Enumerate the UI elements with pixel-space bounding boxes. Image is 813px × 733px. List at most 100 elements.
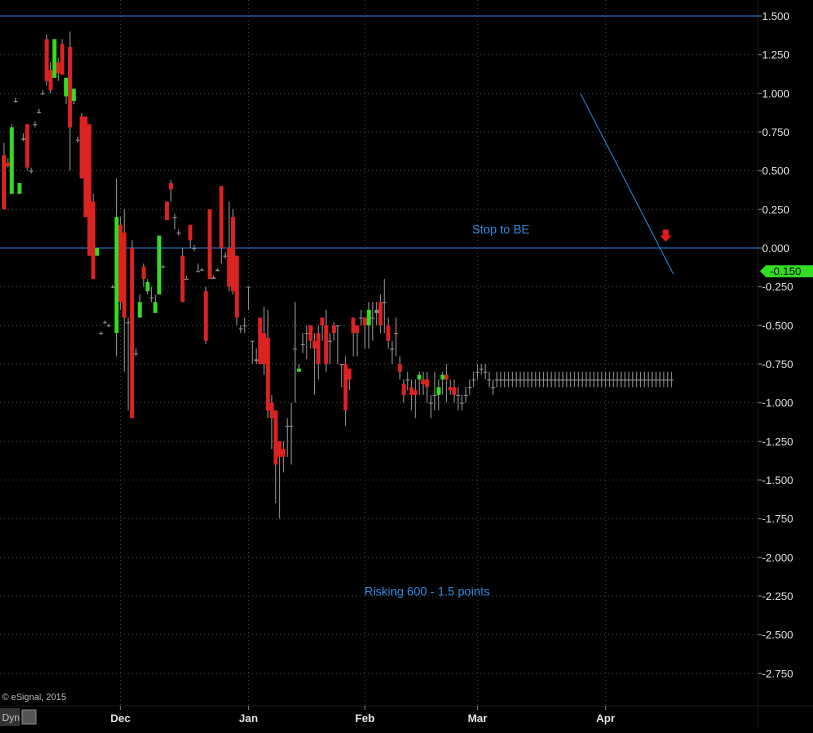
candle-body — [510, 379, 515, 381]
candle-body — [638, 379, 643, 381]
candle-body — [491, 387, 496, 389]
candle-body — [537, 379, 542, 381]
candle-body — [642, 379, 647, 381]
candle-body — [467, 387, 472, 389]
candle-body — [293, 348, 298, 350]
y-tick-label: 1.000 — [762, 88, 790, 100]
candle-body — [2, 155, 6, 210]
candle-body — [40, 93, 45, 95]
y-tick-label: -2.250 — [762, 591, 793, 603]
candle-body — [211, 277, 216, 279]
candle-body — [153, 302, 158, 313]
candle-body — [440, 374, 445, 380]
candle-body — [296, 368, 301, 372]
candle-body — [75, 139, 80, 141]
candle-body — [192, 248, 197, 249]
candle-body — [432, 394, 437, 396]
candle-body — [576, 379, 581, 381]
candle-body — [522, 379, 527, 381]
candle-body — [300, 343, 305, 345]
candle-body — [564, 379, 569, 381]
candle-body — [622, 379, 627, 381]
candle-body — [110, 286, 115, 288]
candle-body — [265, 337, 270, 411]
candle — [44, 34, 49, 86]
candle — [207, 209, 212, 279]
candle-body — [374, 309, 379, 313]
candle-body — [456, 394, 461, 396]
candle-body — [227, 248, 232, 287]
candle-body — [126, 322, 131, 324]
candle-body — [525, 379, 530, 381]
candle-body — [494, 379, 499, 381]
candle-body — [634, 379, 639, 381]
candle-body — [386, 325, 391, 341]
candle-body — [607, 379, 612, 381]
candle-body — [611, 379, 616, 381]
candle-body — [223, 255, 228, 257]
candle-body — [541, 379, 546, 381]
candle-body — [390, 348, 395, 350]
candle — [83, 116, 88, 218]
candle — [87, 124, 92, 256]
candle-body — [351, 317, 356, 334]
badge-icon — [21, 709, 37, 725]
candle-body — [130, 248, 135, 419]
candle-body — [572, 379, 577, 381]
candle-body — [409, 387, 414, 395]
candle-body — [560, 379, 565, 381]
candle-body — [483, 371, 488, 373]
candle-body — [448, 387, 453, 391]
y-tick-label: 0.750 — [762, 127, 790, 139]
candle-body — [436, 387, 441, 395]
candle-body — [188, 224, 193, 241]
candle-body — [5, 162, 10, 167]
candle-body — [343, 364, 348, 411]
candle-body — [215, 269, 220, 272]
candle-body — [308, 325, 313, 341]
candle-body — [428, 402, 433, 404]
candle-body — [56, 62, 61, 74]
candle-body — [533, 379, 538, 381]
candle-body — [335, 325, 340, 327]
candle-body — [21, 138, 26, 140]
candle-body — [529, 379, 534, 381]
candle-body — [25, 124, 30, 168]
candle-body — [324, 325, 329, 364]
y-tick-label: -1.500 — [762, 475, 793, 487]
candle — [165, 201, 170, 221]
candle-body — [254, 359, 259, 361]
candle-body — [196, 271, 201, 273]
candle-body — [393, 333, 398, 335]
candle-body — [413, 390, 418, 395]
candle-body — [149, 297, 154, 299]
candle-body — [362, 317, 367, 326]
y-tick-label: 0.500 — [762, 166, 790, 178]
candle-body — [168, 183, 173, 190]
y-tick-label: -0.250 — [762, 282, 793, 294]
candle-body — [463, 394, 468, 396]
candle-body — [118, 224, 123, 303]
annotation-text: Risking 600 - 1.5 points — [364, 584, 489, 598]
candle-body — [199, 269, 204, 271]
y-tick-label: -1.750 — [762, 514, 793, 526]
candle-body — [137, 302, 142, 318]
candle-body — [122, 232, 127, 318]
candle-body — [603, 379, 608, 381]
candle-body — [29, 170, 34, 172]
candle-body — [553, 379, 558, 381]
dyn-badge-label: Dyn — [2, 713, 20, 724]
candle-body — [518, 379, 523, 381]
candle-body — [595, 379, 600, 381]
candle-body — [630, 379, 635, 381]
y-tick-label: -0.750 — [762, 359, 793, 371]
candle-body — [48, 70, 53, 91]
y-tick-label: -1.250 — [762, 436, 793, 448]
candle-body — [584, 379, 589, 381]
candle-body — [289, 425, 294, 427]
candle-body — [133, 353, 138, 355]
candle-body — [176, 232, 181, 234]
candle-body — [102, 322, 107, 324]
candle-body — [417, 374, 422, 380]
candlestick-chart: 1.500 1.250 1.000 0.750 0.500 0.250 0.000 -0.25… — [0, 0, 813, 728]
